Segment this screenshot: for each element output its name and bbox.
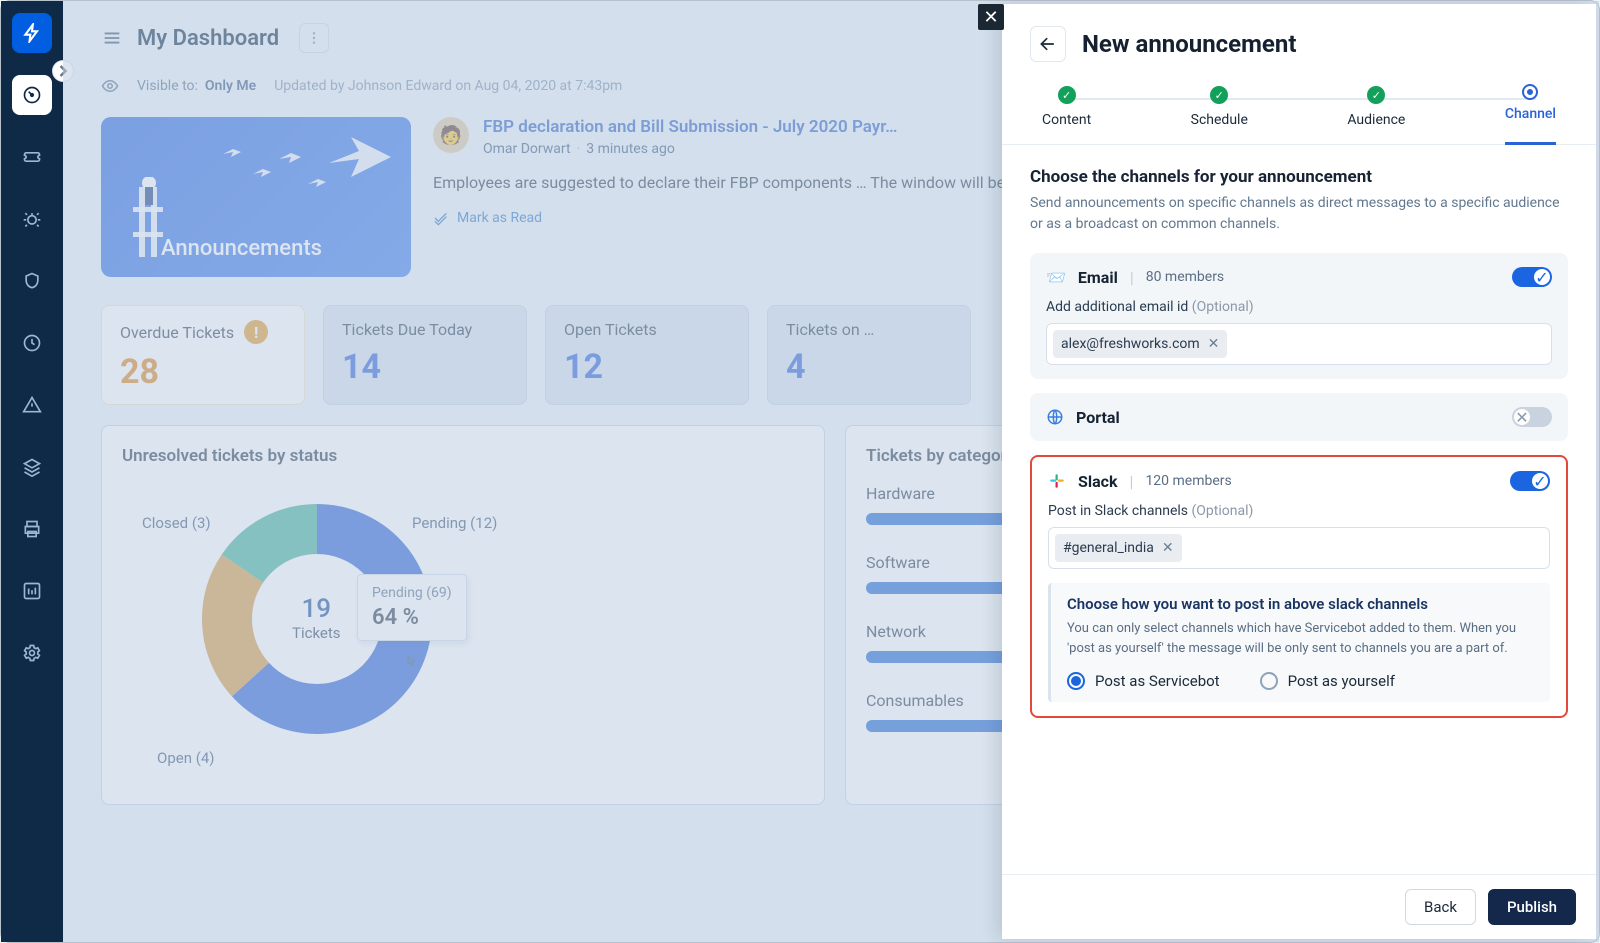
portal-section: Portal ✕ — [1030, 393, 1568, 441]
radio-servicebot[interactable]: Post as Servicebot — [1067, 672, 1220, 690]
close-icon[interactable]: ✕ — [978, 4, 1004, 30]
avatar: 🧑 — [433, 117, 469, 153]
back-button[interactable]: Back — [1405, 889, 1476, 925]
slideover-title: New announcement — [1082, 30, 1296, 58]
donut-tooltip: Pending (69) 64 % — [357, 574, 467, 641]
email-toggle[interactable]: ✓ — [1512, 267, 1552, 287]
email-icon: 📨 — [1046, 268, 1066, 287]
more-menu-icon[interactable] — [299, 23, 329, 53]
nav-reports-icon[interactable] — [12, 571, 52, 611]
donut-label-pending: Pending (12) — [412, 514, 497, 532]
chip-remove-icon[interactable]: ✕ — [1162, 540, 1174, 556]
nav-settings-icon[interactable] — [12, 633, 52, 673]
announcements-banner-title: Announcements — [161, 236, 322, 261]
nav-print-icon[interactable] — [12, 509, 52, 549]
slideover-panel: New announcement ✓Content ✓Schedule ✓Audie… — [1002, 4, 1596, 939]
nav-dashboard-icon[interactable] — [12, 75, 52, 115]
channel-heading: Choose the channels for your announcemen… — [1030, 167, 1568, 187]
donut-panel-title: Unresolved tickets by status — [122, 446, 804, 466]
slack-toggle[interactable]: ✓ — [1510, 471, 1550, 491]
hamburger-icon[interactable] — [101, 27, 123, 49]
step-audience[interactable]: ✓Audience — [1347, 86, 1405, 128]
donut-label-open: Open (4) — [157, 749, 215, 767]
donut-panel: Unresolved tickets by status 19 Tickets … — [101, 425, 825, 805]
eye-icon — [101, 77, 119, 95]
page-title: My Dashboard — [137, 26, 279, 51]
globe-icon — [1046, 408, 1064, 426]
kpi-card[interactable]: Open Tickets12 — [545, 305, 749, 405]
email-chip-input[interactable]: alex@freshworks.com ✕ — [1046, 323, 1552, 365]
nav-shield-icon[interactable] — [12, 261, 52, 301]
slack-section: Slack | 120 members ✓ Post in Slack chan… — [1030, 455, 1568, 718]
cursor-icon — [402, 654, 420, 676]
step-channel[interactable]: Channel — [1505, 86, 1556, 145]
kpi-card[interactable]: Overdue Tickets!28 — [101, 305, 305, 405]
feed-title[interactable]: FBP declaration and Bill Submission - Ju… — [483, 117, 897, 137]
kpi-card[interactable]: Tickets on …4 — [767, 305, 971, 405]
slack-choose-title: Choose how you want to post in above sla… — [1067, 595, 1534, 613]
email-section: 📨 Email | 80 members ✓ Add additional em… — [1030, 253, 1568, 379]
donut-label-closed: Closed (3) — [142, 514, 211, 532]
slack-icon — [1048, 472, 1066, 490]
visible-label: Visible to: — [137, 78, 198, 94]
app-logo[interactable] — [12, 13, 52, 53]
slack-chip: #general_india — [1063, 540, 1154, 556]
step-schedule[interactable]: ✓Schedule — [1191, 86, 1248, 128]
nav-layers-icon[interactable] — [12, 447, 52, 487]
feed-author: Omar Dorwart — [483, 141, 571, 157]
slack-choose-desc: You can only select channels which have … — [1067, 619, 1534, 658]
nav-bolt-icon[interactable] — [12, 323, 52, 363]
slack-chip-input[interactable]: #general_india ✕ — [1048, 527, 1550, 569]
nav-alert-icon[interactable] — [12, 385, 52, 425]
kpi-card[interactable]: Tickets Due Today14 — [323, 305, 527, 405]
feed-age: 3 minutes ago — [586, 141, 675, 157]
nav-bug-icon[interactable] — [12, 199, 52, 239]
publish-button[interactable]: Publish — [1488, 889, 1576, 925]
updated-text: Updated by Johnson Edward on Aug 04, 202… — [274, 78, 622, 94]
nav-tickets-icon[interactable] — [12, 137, 52, 177]
alert-badge-icon: ! — [244, 320, 268, 344]
visible-value: Only Me — [205, 78, 256, 94]
portal-toggle[interactable]: ✕ — [1512, 407, 1552, 427]
donut-center-count: 19 — [292, 594, 341, 624]
back-icon[interactable] — [1030, 26, 1066, 62]
announcements-banner: Announcements — [101, 117, 411, 277]
nav-rail — [1, 1, 63, 942]
channel-subheading: Send announcements on specific channels … — [1030, 193, 1568, 235]
chip-remove-icon[interactable]: ✕ — [1208, 336, 1220, 352]
donut-center-label: Tickets — [292, 624, 341, 642]
stepper: ✓Content ✓Schedule ✓Audience Channel — [1002, 76, 1596, 145]
email-chip: alex@freshworks.com — [1061, 336, 1200, 352]
step-content[interactable]: ✓Content — [1042, 86, 1091, 128]
radio-yourself[interactable]: Post as yourself — [1260, 672, 1395, 690]
